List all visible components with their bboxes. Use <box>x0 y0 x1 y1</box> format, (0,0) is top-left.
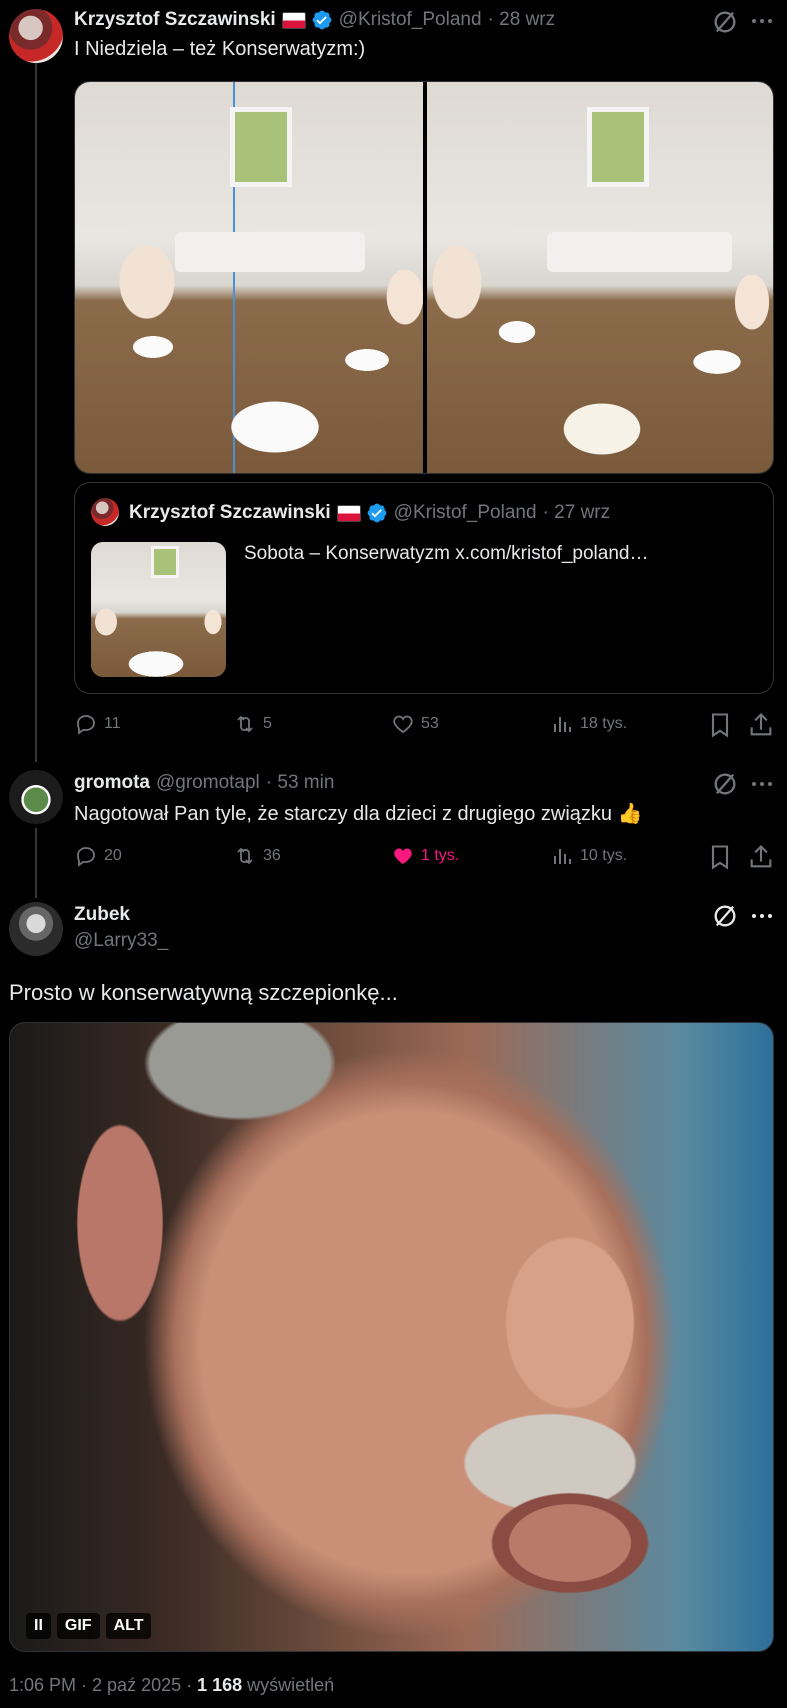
tweet-header: gromota @gromotapl · 53 min <box>74 772 334 794</box>
bookmark-icon[interactable] <box>706 711 734 739</box>
display-name[interactable]: Krzysztof Szczawinski <box>74 9 276 31</box>
reply-icon <box>77 847 95 867</box>
bookmark-icon[interactable] <box>706 843 734 871</box>
views-button[interactable]: 10 tys. <box>550 844 627 868</box>
views-count: 18 tys. <box>580 715 628 732</box>
more-icon[interactable] <box>752 782 772 786</box>
like-button[interactable]: 1 tys. <box>391 844 459 868</box>
thumbs-up-emoji: 👍 <box>617 803 643 825</box>
reply-count: 11 <box>104 715 121 732</box>
alt-button[interactable]: ALT <box>105 1613 152 1639</box>
quote-text: Sobota – Konserwatyzm x.com/kristof_pola… <box>244 543 649 564</box>
quote-avatar <box>91 498 119 526</box>
repost-count: 36 <box>263 847 281 864</box>
tweet-text: Prosto w konserwatywną szczepionkę... <box>9 980 398 1005</box>
repost-icon <box>237 715 253 733</box>
user-handle[interactable]: @gromotapl <box>156 772 260 794</box>
thread-line <box>35 828 37 898</box>
verified-badge-icon <box>367 503 387 523</box>
like-count: 53 <box>421 715 439 732</box>
thread-line <box>35 62 37 762</box>
repost-count: 5 <box>263 715 272 732</box>
avatar[interactable] <box>9 770 63 824</box>
tweet-text: Nagotował Pan tyle, że starczy dla dziec… <box>74 801 643 826</box>
quote-thumbnail[interactable] <box>91 542 226 677</box>
tweet-gif[interactable]: II GIF ALT <box>9 1022 774 1652</box>
quote-display-name: Krzysztof Szczawinski <box>129 502 331 523</box>
repost-button[interactable]: 5 <box>233 712 272 736</box>
quote-header: Krzysztof Szczawinski @Kristof_Poland · … <box>129 502 610 524</box>
views-button[interactable]: 18 tys. <box>550 712 627 736</box>
share-icon[interactable] <box>747 843 775 871</box>
reply-button[interactable]: 20 <box>74 844 122 868</box>
grok-icon[interactable] <box>711 902 739 930</box>
like-count: 1 tys. <box>421 847 460 864</box>
reply-count: 20 <box>104 847 122 864</box>
display-name[interactable]: gromota <box>74 772 150 794</box>
repost-button[interactable]: 36 <box>233 844 281 868</box>
reply-button[interactable]: 11 <box>74 712 121 736</box>
avatar[interactable] <box>9 902 63 956</box>
post-timestamp[interactable]: 1:06 PM · 2 paź 2025 · <box>9 1675 197 1695</box>
repost-icon <box>237 847 253 865</box>
gif-badge: GIF <box>56 1613 100 1639</box>
tweet-text-content: Nagotował Pan tyle, że starczy dla dziec… <box>74 803 613 825</box>
like-button[interactable]: 53 <box>391 712 439 736</box>
share-icon[interactable] <box>747 711 775 739</box>
views-icon <box>554 717 571 732</box>
photo-breakfast-1[interactable] <box>75 82 423 473</box>
poland-flag-icon <box>281 11 306 29</box>
timestamp[interactable]: · 28 wrz <box>488 9 556 31</box>
views-icon <box>554 849 571 864</box>
timestamp[interactable]: · 53 min <box>266 772 335 794</box>
poland-flag-icon <box>336 504 361 522</box>
heart-icon <box>393 715 413 734</box>
tweet-header: Zubek <box>74 904 130 926</box>
reply-icon <box>77 715 95 735</box>
heart-filled-icon <box>394 848 412 864</box>
user-handle[interactable]: @Kristof_Poland <box>339 9 482 31</box>
verified-badge-icon <box>312 10 332 30</box>
user-handle[interactable]: @Larry33_ <box>74 930 168 952</box>
tweet-text: I Niedziela – też Konserwatyzm:) <box>74 38 366 60</box>
pause-button[interactable]: II <box>26 1613 51 1639</box>
quote-user-handle: @Kristof_Poland <box>393 502 537 523</box>
more-icon[interactable] <box>752 19 772 23</box>
views-label: wyświetleń <box>242 1675 335 1695</box>
quote-timestamp: · 27 wrz <box>542 502 611 523</box>
more-icon[interactable] <box>752 914 772 918</box>
grok-icon[interactable] <box>711 8 739 36</box>
gif-controls: II GIF ALT <box>26 1613 152 1639</box>
views-count: 10 tys. <box>580 847 628 864</box>
tweet-header: Krzysztof Szczawinski @Kristof_Poland · … <box>74 9 555 31</box>
quoted-tweet[interactable]: Krzysztof Szczawinski @Kristof_Poland · … <box>74 482 774 694</box>
views-total: 1 168 <box>197 1675 243 1695</box>
tweet-metadata: 1:06 PM · 2 paź 2025 · 1 168 wyświetleń <box>9 1675 334 1696</box>
photo-breakfast-2[interactable] <box>427 82 773 473</box>
handle-row: @Larry33_ <box>74 930 168 952</box>
display-name[interactable]: Zubek <box>74 904 130 926</box>
tweet-photos[interactable] <box>74 81 774 474</box>
grok-icon[interactable] <box>711 770 739 798</box>
avatar[interactable] <box>9 9 63 63</box>
